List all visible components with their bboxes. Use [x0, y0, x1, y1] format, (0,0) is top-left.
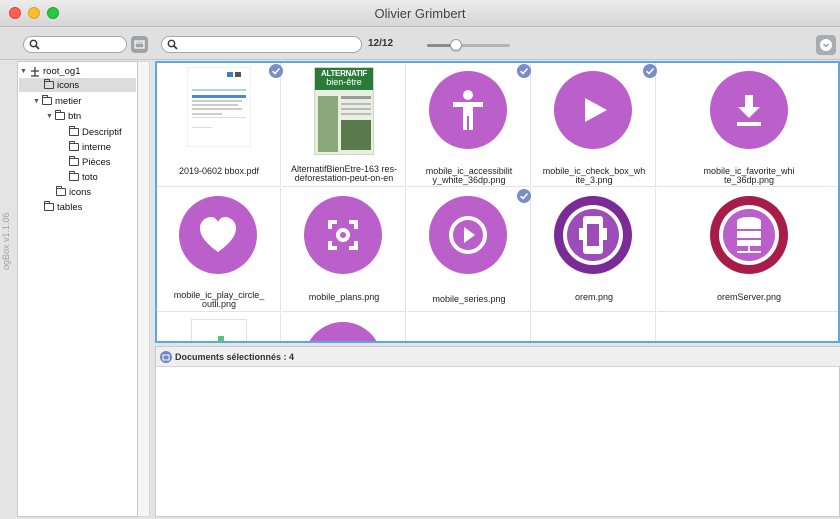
tree-node-label: btn	[68, 110, 82, 122]
grid-item-caption: mobile_ic_favorite_whi te_36dp.png	[703, 166, 795, 185]
tree-node-pieces[interactable]: Pièces	[69, 155, 111, 169]
folder-icon	[55, 110, 65, 120]
selection-count-label: Documents sélectionnés : 4	[175, 352, 295, 362]
disclosure-expanded-icon[interactable]: ▼	[33, 98, 42, 105]
grid-item[interactable]: mobile_ic_check_box_wh ite_3.png	[532, 63, 657, 187]
title-bar: Olivier Grimbert	[0, 0, 840, 27]
tree-node-label: interne	[82, 141, 112, 153]
tree-node-label: icons	[69, 186, 92, 198]
tree-search-input[interactable]	[23, 36, 127, 53]
new-folder-button[interactable]	[131, 36, 148, 53]
folder-icon	[69, 171, 79, 181]
zoom-slider-knob[interactable]	[450, 39, 463, 51]
tree-node-tables[interactable]: tables	[44, 200, 82, 214]
grid-item-caption: 2019-0602 bbox.pdf	[178, 166, 260, 176]
result-count: 12/12	[368, 38, 394, 49]
grid-item[interactable]: orem.png	[532, 188, 656, 312]
grid-item	[407, 313, 531, 341]
grid-item-caption: mobile_ic_check_box_wh ite_3.png	[542, 166, 646, 185]
tree-node-label: metier	[55, 95, 82, 107]
grid-item[interactable]: mobile_plans.png	[282, 188, 406, 312]
document-search-input[interactable]	[161, 36, 362, 53]
document-thumbnail	[191, 319, 247, 341]
folder-icon	[44, 79, 54, 89]
disclosure-expanded-icon[interactable]: ▼	[20, 68, 29, 75]
grid-item-caption: orem.png	[574, 292, 614, 302]
app-window: Olivier Grimbert 12/12 ogBox v1.1.06 ▼ r…	[0, 0, 840, 519]
tree-node-descriptif[interactable]: Descriptif	[69, 125, 122, 139]
download-icon	[710, 71, 788, 149]
database-server-icon	[710, 196, 788, 274]
grid-item[interactable]: oremServer.png	[657, 188, 838, 312]
selection-panel-header: Documents sélectionnés : 4	[156, 347, 840, 367]
tree-node-label: Pièces	[82, 156, 111, 168]
options-button[interactable]	[816, 35, 836, 55]
purple-circle-icon	[304, 322, 382, 341]
tree-node-btn[interactable]: ▼ btn	[46, 109, 81, 123]
folder-tree: ▼ root_og1 icons ▼ metier ▼ btn Descript…	[17, 61, 138, 517]
accessibility-icon	[429, 71, 507, 149]
selection-panel: Documents sélectionnés : 4	[155, 346, 840, 517]
root-node-icon	[31, 66, 39, 77]
document-thumbnail	[187, 67, 251, 147]
document-grid: 2019-0602 bbox.pdf ALTERNATIF bien-être …	[155, 61, 840, 343]
toolbar: 12/12	[0, 28, 840, 60]
window-title: Olivier Grimbert	[374, 6, 466, 21]
checkmark-icon[interactable]	[517, 64, 531, 78]
tree-node-toto[interactable]: toto	[69, 170, 98, 184]
grid-item	[532, 313, 656, 341]
tree-node-root-og1[interactable]: ▼ root_og1	[20, 64, 137, 78]
orem-logo-icon	[554, 196, 632, 274]
folder-icon	[44, 201, 54, 211]
version-label: ogBox v1.1.06	[1, 212, 11, 270]
folder-icon	[56, 186, 66, 196]
tree-node-label: Descriptif	[82, 126, 122, 138]
zoom-slider-track[interactable]	[427, 44, 510, 47]
tree-node-icons-btn[interactable]: icons	[56, 185, 91, 199]
checkmark-icon[interactable]	[643, 64, 657, 78]
tree-node-label: tables	[57, 201, 83, 213]
grid-item[interactable]: mobile_series.png	[407, 188, 531, 312]
grid-item-caption: mobile_ic_accessibilit y_white_36dp.png	[425, 166, 513, 185]
documents-icon	[160, 351, 172, 363]
focus-icon	[304, 196, 382, 274]
folder-icon	[69, 126, 79, 136]
grid-item[interactable]	[157, 313, 281, 341]
grid-item[interactable]: mobile_ic_favorite_whi te_36dp.png	[657, 63, 838, 187]
tree-node-interne[interactable]: interne	[69, 140, 111, 154]
tree-scrollbar[interactable]	[138, 61, 150, 517]
grid-item[interactable]: mobile_ic_accessibilit y_white_36dp.png	[407, 63, 531, 187]
magazine-subtitle: bien-être	[326, 77, 362, 87]
folder-icon	[134, 40, 145, 49]
side-strip: ogBox v1.1.06	[0, 61, 16, 519]
checkmark-icon[interactable]	[269, 64, 283, 78]
tree-node-label: root_og1	[43, 65, 81, 77]
grid-item-caption: mobile_ic_play_circle_ outli.png	[173, 290, 265, 309]
play-icon	[554, 71, 632, 149]
magazine-thumbnail: ALTERNATIF bien-être	[314, 67, 374, 155]
checkmark-icon[interactable]	[517, 189, 531, 203]
grid-item-caption: AlternatifBienEtre-163 res-deforestation…	[290, 164, 398, 183]
grid-item[interactable]: 2019-0602 bbox.pdf	[157, 63, 283, 187]
grid-item[interactable]: mobile_ic_play_circle_ outli.png	[157, 188, 281, 312]
folder-icon	[69, 141, 79, 151]
folder-icon	[69, 156, 79, 166]
disclosure-expanded-icon[interactable]: ▼	[46, 113, 55, 120]
tree-node-label: toto	[82, 171, 98, 183]
play-circle-icon	[429, 196, 507, 274]
tree-node-icons[interactable]: icons	[19, 78, 136, 92]
grid-item-caption: mobile_plans.png	[308, 292, 380, 302]
grid-item[interactable]: ALTERNATIF bien-être AlternatifBienEtre-…	[282, 63, 406, 187]
tree-node-label: icons	[57, 79, 80, 91]
grid-item[interactable]	[282, 313, 406, 341]
chevron-down-icon	[820, 39, 832, 51]
heart-icon	[179, 196, 257, 274]
tree-node-metier[interactable]: ▼ metier	[33, 94, 81, 108]
search-icon	[29, 39, 40, 50]
search-icon	[167, 39, 178, 50]
grid-item	[657, 313, 838, 341]
grid-item-caption: oremServer.png	[716, 292, 782, 302]
grid-item-caption: mobile_series.png	[432, 294, 506, 304]
folder-icon	[42, 95, 52, 105]
